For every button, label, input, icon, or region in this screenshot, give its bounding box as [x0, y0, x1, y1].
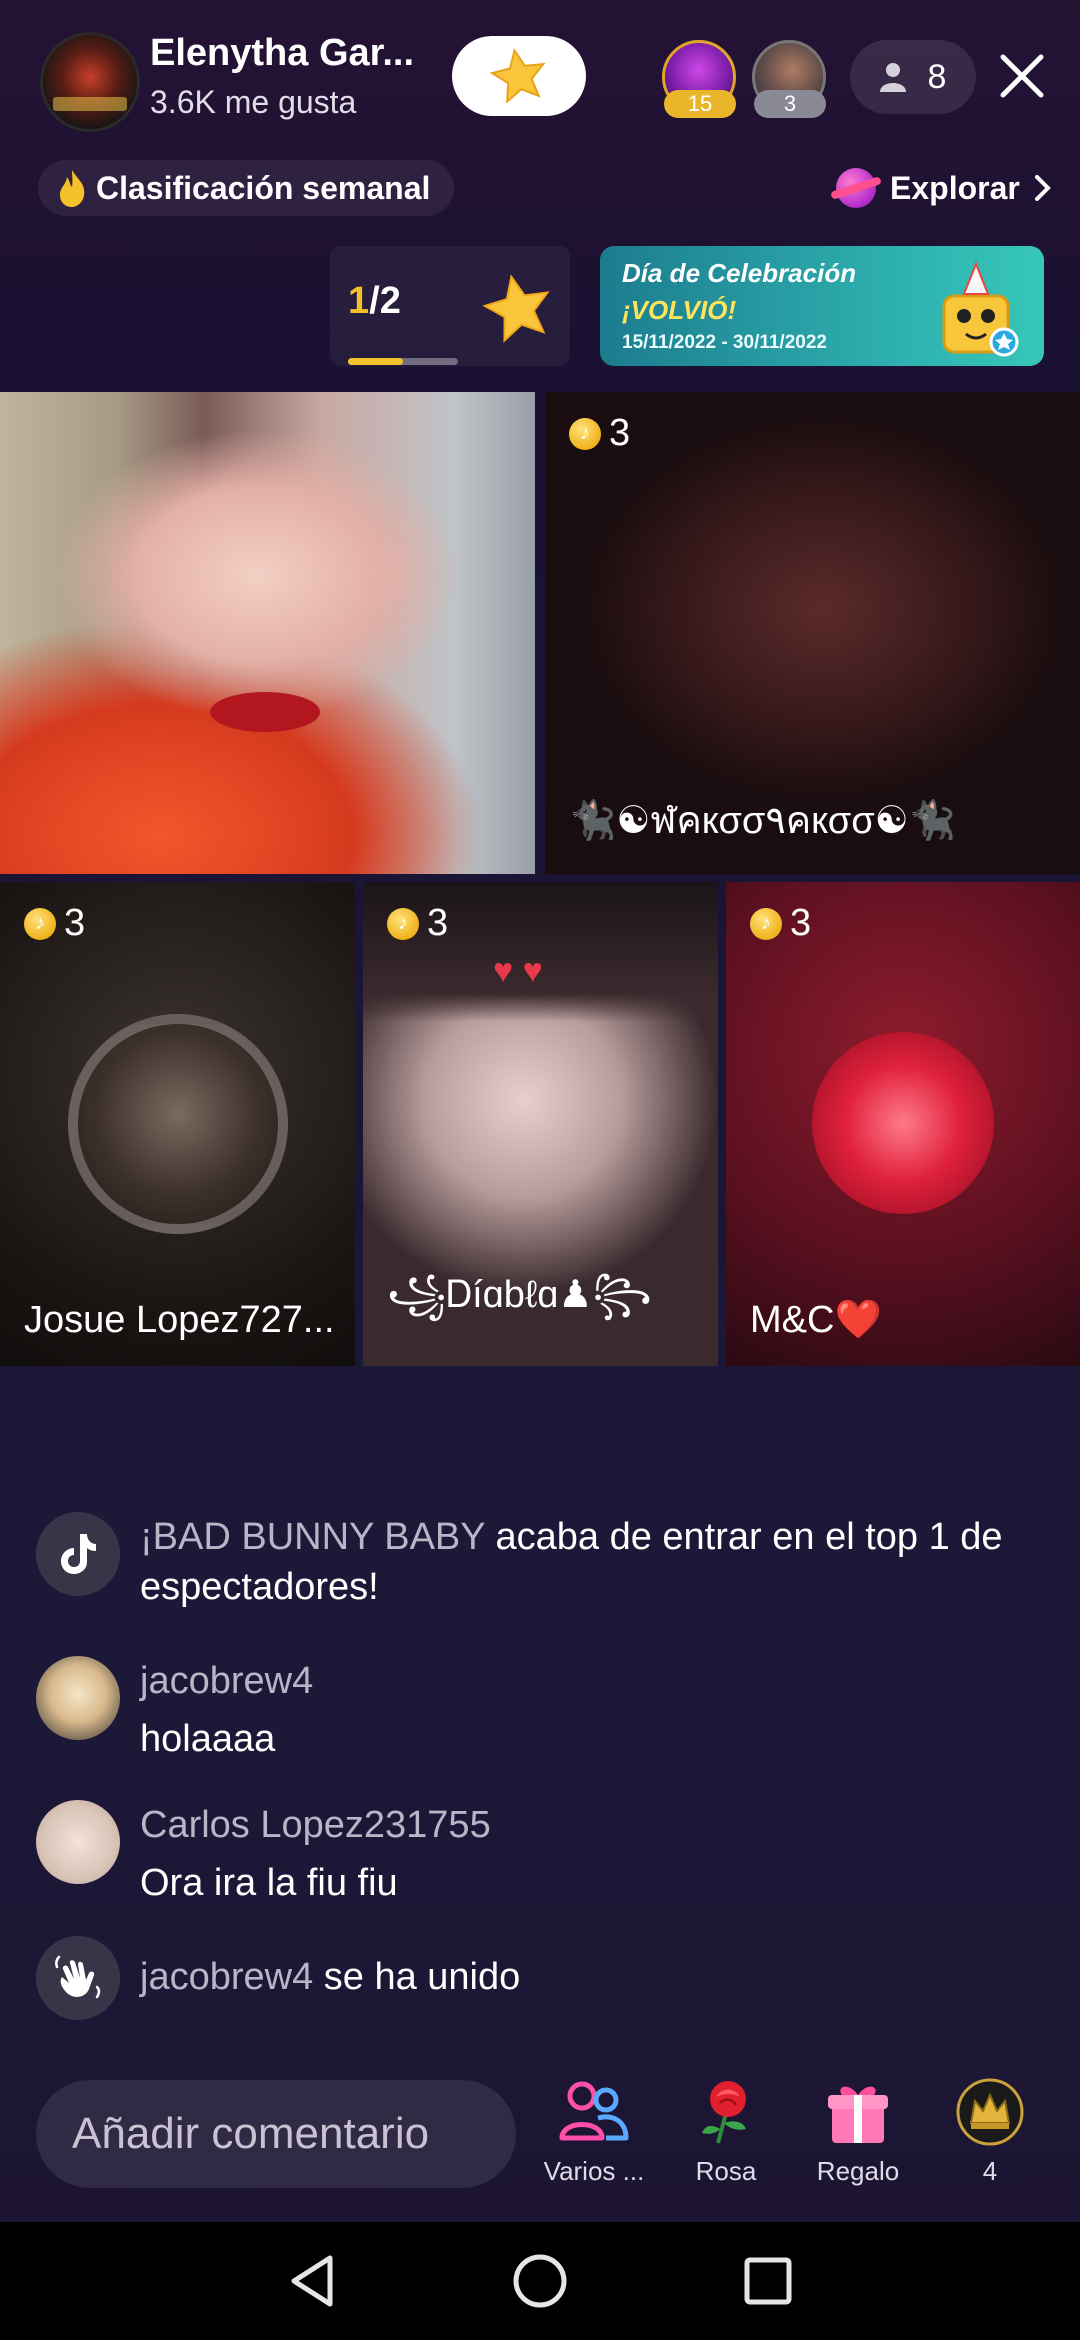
avatar[interactable] [36, 1800, 120, 1884]
guest-video-tile-4[interactable]: ♪ 3 ♥ ♥ ꧁Ꭰíɑbℓɑ♟꧂ [363, 882, 718, 1366]
coin-count: ♪ 3 [387, 902, 448, 945]
recents-icon[interactable] [742, 2255, 794, 2307]
coin-icon: ♪ [387, 907, 419, 940]
action-label: Rosa [695, 2156, 757, 2186]
chat-message[interactable]: jacobrew4 holaaaa [36, 1656, 1036, 1764]
close-icon [1000, 54, 1044, 98]
tiktok-icon [36, 1512, 120, 1596]
chat-username[interactable]: ¡BAD BUNNY BABY [140, 1516, 485, 1558]
follow-star-button[interactable] [452, 36, 586, 116]
viewer-count-button[interactable]: 8 [850, 40, 976, 114]
guest-video-tile-3[interactable]: ♪ 3 Josue Lopez727... [0, 882, 355, 1366]
star-icon[interactable] [478, 268, 558, 348]
weekly-ranking-button[interactable]: Clasificación semanal [38, 160, 455, 216]
avatar[interactable] [36, 1656, 120, 1740]
coin-value: 3 [609, 412, 631, 454]
coin-count: ♪ 3 [750, 902, 811, 945]
comment-input[interactable]: Añadir comentario [36, 2080, 516, 2188]
gift-button[interactable]: Regalo [798, 2076, 918, 2187]
coin-value: 3 [64, 902, 86, 944]
home-icon[interactable] [511, 2252, 569, 2310]
gift-icon [820, 2076, 896, 2148]
chevron-right-icon [1034, 175, 1051, 201]
chat-text: Ora ira la fiu fiu [140, 1862, 398, 1904]
page-progress-track [348, 358, 458, 365]
page-current: 1 [348, 280, 370, 322]
action-label: Regalo [816, 2156, 900, 2186]
chat-message[interactable]: jacobrew4 se ha unido [36, 1936, 1036, 2020]
guest-video-tile-2[interactable]: ♪ 3 🐈‍⬛☯ฬคкσσ٩คкσσ☯🐈‍⬛ [545, 392, 1080, 874]
chat-message-body: Carlos Lopez231755 Ora ira la fiu fiu [140, 1800, 491, 1908]
crown-badge-icon [952, 2076, 1028, 2148]
rose-icon [688, 2076, 764, 2148]
chat-username[interactable]: Carlos Lopez231755 [140, 1800, 491, 1850]
crown-badge-button[interactable]: 4 [930, 2076, 1050, 2187]
star-icon [489, 47, 546, 104]
coin-icon: ♪ [24, 907, 56, 940]
chat-message-body: jacobrew4 se ha unido [140, 1936, 520, 2020]
chat-message-body: ¡BAD BUNNY BABY acaba de entrar en el to… [140, 1512, 1036, 1612]
page-indicator-text: 1/2 [348, 280, 401, 323]
guest-name: 🐈‍⬛☯ฬคкσσ٩คкσσ☯🐈‍⬛ [569, 800, 957, 842]
guest-avatar [68, 1014, 288, 1234]
chat-message[interactable]: Carlos Lopez231755 Ora ira la fiu fiu [36, 1800, 1036, 1908]
guest-name: Josue Lopez727... [24, 1299, 335, 1341]
chat-text: se ha unido [313, 1956, 521, 1998]
viewer-count: 8 [927, 57, 947, 96]
coin-count: ♪ 3 [24, 902, 85, 945]
rose-gift-button[interactable]: Rosa [666, 2076, 786, 2187]
page-progress-fill [348, 358, 403, 365]
weekly-ranking-label: Clasificación semanal [96, 169, 431, 206]
hearts-sticker-icon: ♥ ♥ [493, 952, 543, 990]
guest-name: ꧁Ꭰíɑbℓɑ♟꧂ [387, 1274, 652, 1316]
guest-name: M&C❤️ [750, 1299, 882, 1341]
coin-icon: ♪ [750, 907, 782, 940]
multi-guest-icon [556, 2076, 632, 2148]
wave-hand-icon [36, 1936, 120, 2020]
chat-username[interactable]: jacobrew4 [140, 1656, 313, 1706]
back-icon[interactable] [286, 2252, 338, 2310]
system-navigation-bar [0, 2222, 1080, 2340]
mascot-box-icon [942, 261, 1019, 357]
host-likes-count: 3.6K me gusta [150, 84, 357, 120]
coin-count: ♪ 3 [569, 412, 630, 455]
explore-button[interactable]: Explorar [822, 160, 1062, 216]
chat-message[interactable]: ¡BAD BUNNY BABY acaba de entrar en el to… [36, 1512, 1036, 1612]
chat-text: holaaaa [140, 1718, 276, 1760]
host-avatar[interactable] [40, 32, 140, 132]
person-icon [879, 63, 906, 92]
page-total: /2 [369, 280, 401, 322]
multi-guest-button[interactable]: Varios ... [534, 2076, 654, 2187]
flame-icon [60, 170, 85, 207]
celebration-banner[interactable]: Día de Celebración ¡VOLVIÓ! 15/11/2022 -… [600, 246, 1044, 366]
action-label: Varios ... [543, 2156, 645, 2186]
close-button[interactable] [990, 36, 1054, 116]
guest-video-tile-1[interactable] [0, 392, 535, 874]
top-viewer-badge-1: 15 [664, 90, 736, 118]
guest-video-tile-5[interactable]: ♪ 3 M&C❤️ [726, 882, 1080, 1366]
action-label: 4 [982, 2156, 998, 2186]
coin-icon: ♪ [569, 417, 601, 450]
planet-icon [836, 168, 876, 208]
guest-avatar [812, 1032, 994, 1214]
explore-label: Explorar [890, 169, 1020, 206]
host-name[interactable]: Elenytha Gar... [150, 32, 414, 75]
coin-value: 3 [427, 902, 449, 944]
coin-value: 3 [790, 902, 812, 944]
chat-message-body: jacobrew4 holaaaa [140, 1656, 313, 1764]
top-viewer-badge-2: 3 [754, 90, 826, 118]
video-frame [210, 692, 320, 732]
chat-username[interactable]: jacobrew4 [140, 1956, 313, 1998]
